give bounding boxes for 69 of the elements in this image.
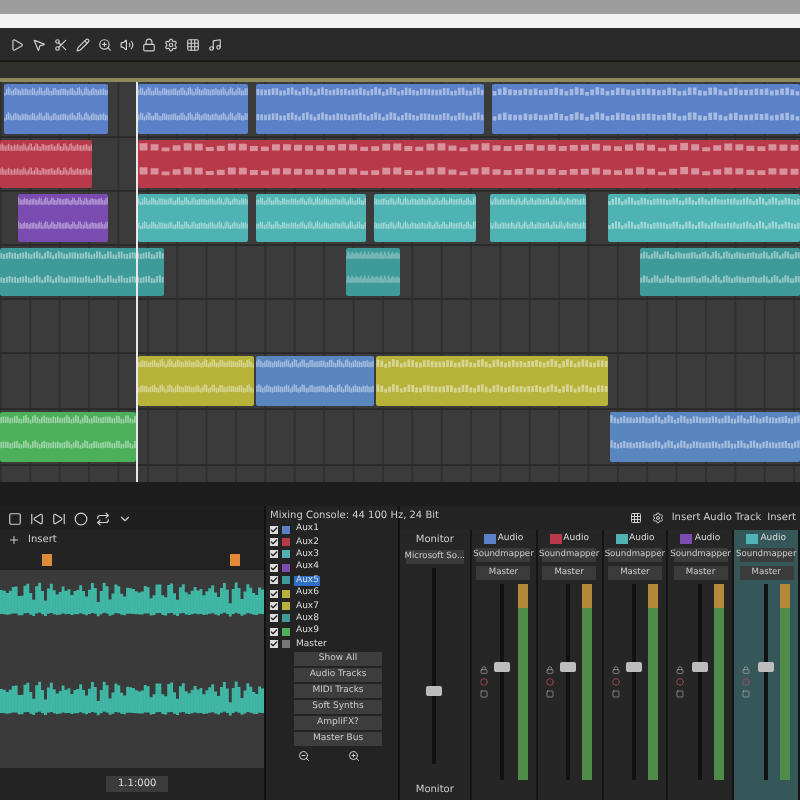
audio-clip[interactable] [4,84,108,134]
audio-clip[interactable] [492,84,800,134]
audio-clip[interactable] [610,412,800,462]
audio-clip[interactable] [256,84,484,134]
checkbox[interactable] [270,589,278,598]
tool-icon[interactable] [52,36,68,52]
plus-icon[interactable] [6,532,22,548]
audio-clip[interactable] [490,194,586,242]
transport-icon[interactable] [94,510,110,526]
checkbox[interactable] [270,538,278,547]
stop-icon[interactable] [676,690,685,698]
zoom-out-icon[interactable] [296,747,312,764]
settings-icon[interactable] [649,510,666,526]
tool-icon[interactable] [162,36,178,52]
stop-icon[interactable] [545,690,554,698]
audio-clip[interactable] [608,194,800,242]
checkbox[interactable] [270,576,278,585]
tool-icon[interactable] [118,36,134,52]
audio-clip[interactable] [0,140,92,188]
checkbox[interactable] [270,627,278,636]
audio-clip[interactable] [640,248,800,296]
audio-clip[interactable] [346,248,400,296]
audio-clip[interactable] [138,140,800,188]
fader-thumb[interactable] [494,662,511,673]
lock-icon[interactable] [479,666,488,674]
zoom-in-icon[interactable] [346,747,362,764]
audio-clip[interactable] [138,356,254,406]
audio-clip[interactable] [138,84,248,134]
stop-icon[interactable] [611,690,620,698]
checkbox[interactable] [270,614,278,623]
lock-icon[interactable] [611,666,620,674]
fader-thumb[interactable] [691,662,708,673]
checkbox[interactable] [270,602,278,611]
fader-thumb[interactable] [560,662,577,673]
marker-icon[interactable] [230,554,240,566]
transport-icon[interactable] [6,510,22,526]
tool-icon[interactable] [74,36,90,52]
transport-icon[interactable] [72,510,88,526]
checkbox[interactable] [270,550,278,559]
checkbox[interactable] [270,640,278,649]
audio-clip[interactable] [376,356,608,406]
grid-icon[interactable] [627,510,644,526]
waveform-editor[interactable] [0,570,264,768]
audio-clip[interactable] [0,412,136,462]
tool-icon[interactable] [206,36,222,52]
audio-clip[interactable] [0,248,164,296]
audio-clip[interactable] [256,194,366,242]
lock-icon[interactable] [545,666,554,674]
audio-clip[interactable] [18,194,108,242]
tool-icon[interactable] [140,36,156,52]
tool-icon[interactable] [8,36,24,52]
tool-icon[interactable] [30,36,46,52]
scrollbar[interactable] [0,482,800,506]
checkbox[interactable] [270,525,278,534]
tool-icon[interactable] [96,36,112,52]
lock-icon[interactable] [676,666,685,674]
marker-icon[interactable] [42,554,52,566]
audio-clip[interactable] [256,356,374,406]
transport-icon[interactable] [50,510,66,526]
stop-icon[interactable] [479,690,488,698]
checkbox[interactable] [270,563,278,572]
fader-thumb[interactable] [625,662,642,673]
lock-icon[interactable] [742,666,751,674]
transport-icon[interactable] [28,510,44,526]
tool-icon[interactable] [184,36,200,52]
fader-thumb[interactable] [757,662,774,673]
audio-clip[interactable] [374,194,476,242]
audio-clip[interactable] [138,194,248,242]
fader-thumb[interactable] [426,685,443,696]
